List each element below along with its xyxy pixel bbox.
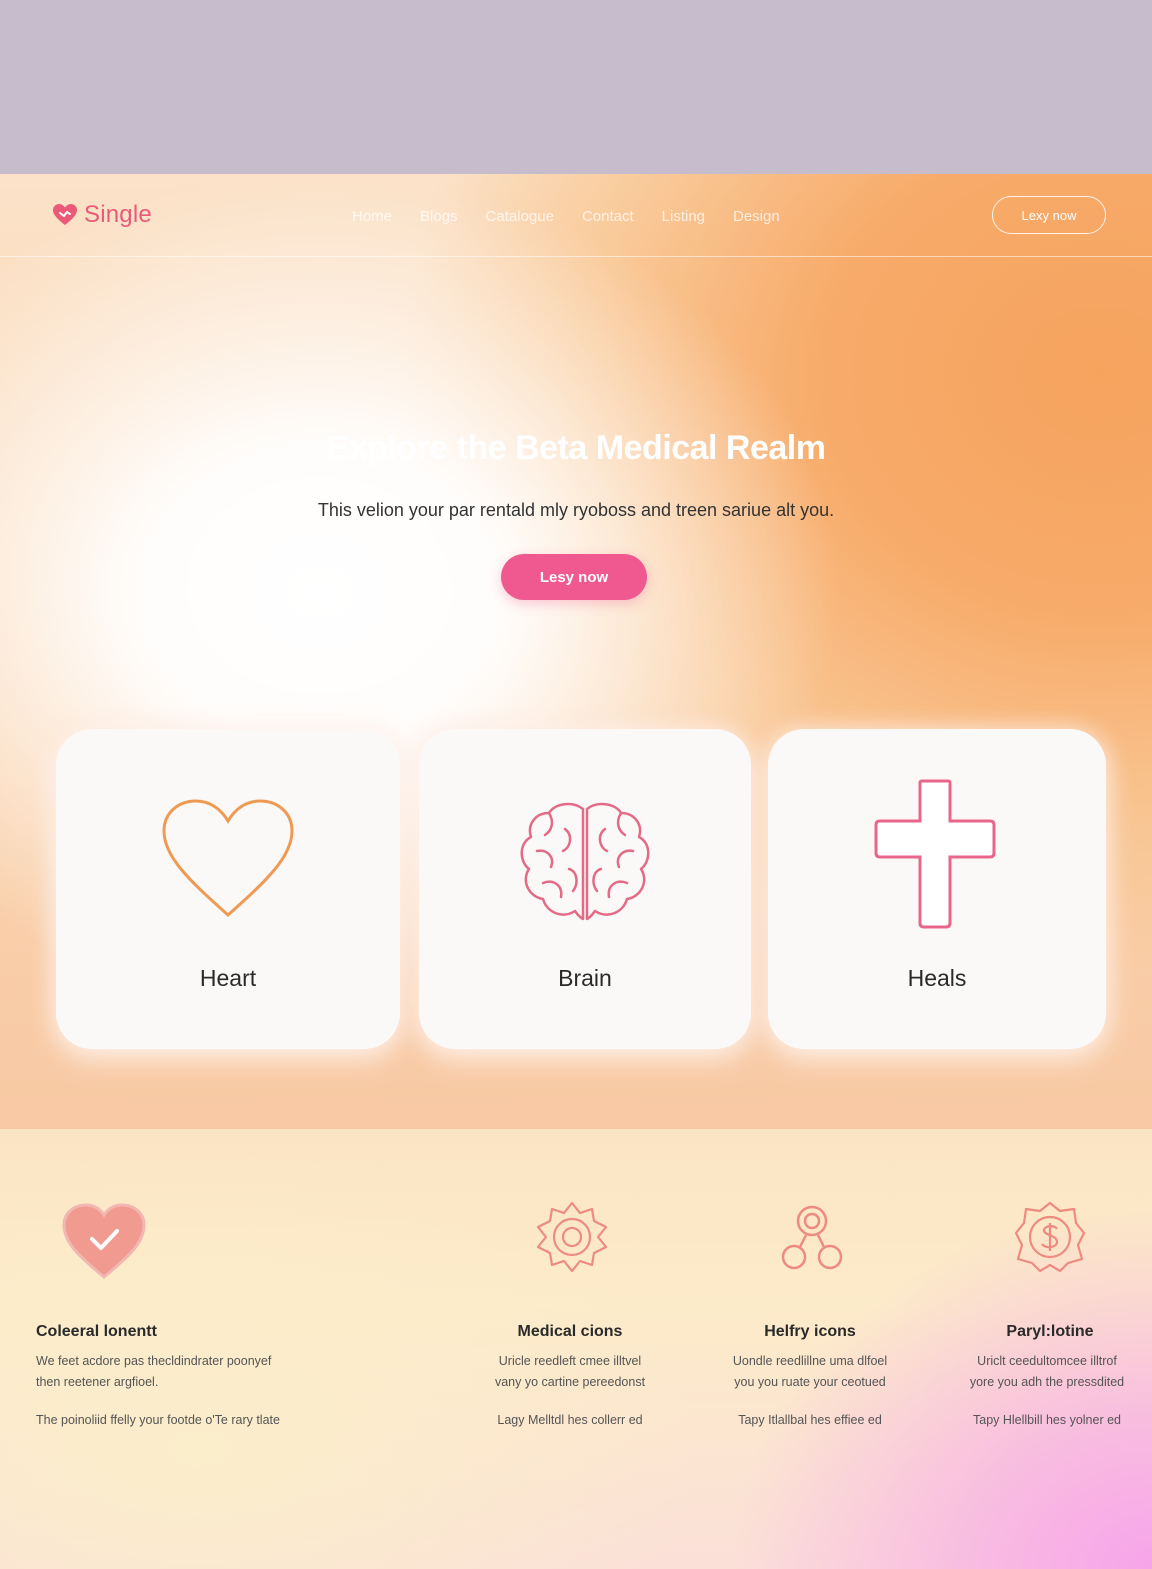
- brand-name: Single: [84, 201, 152, 228]
- feature-footnote: Tapy Hlellbill hes yolner ed: [973, 1413, 1121, 1427]
- hero-subtitle: This velion your par rentald mly ryoboss…: [317, 500, 835, 520]
- feature-description: Uriclt ceedultomcee illtrof yore you adh…: [944, 1351, 1150, 1393]
- page: Single Home Blogs Catalogue Contact List…: [0, 174, 1152, 1569]
- heart-logo-icon: [53, 204, 77, 225]
- feature-description-line: We feet acdore pas thecldindrater poonye…: [36, 1354, 272, 1368]
- feature-title: Coleeral lonentt: [36, 1323, 157, 1340]
- feature-title: Medical cions: [517, 1323, 623, 1340]
- nav-item-contact[interactable]: Contact: [582, 208, 634, 225]
- feature-title: Paryl:lotine: [1006, 1323, 1094, 1340]
- top-band: [0, 0, 1152, 174]
- feature-description-line: yore you adh the pressdited: [969, 1375, 1125, 1389]
- dollar-badge-icon: [1014, 1201, 1086, 1273]
- feature-description-line: Uriclt ceedultomcee illtrof: [977, 1354, 1117, 1368]
- feature-description: Uricle reedleft cmee illtvel vany yo car…: [460, 1351, 680, 1393]
- nav-item-blogs[interactable]: Blogs: [420, 208, 458, 225]
- feature-description-line: Uondle reedlillne uma dlfoel: [732, 1354, 888, 1368]
- heart-check-icon: [62, 1203, 146, 1279]
- feature-description-line: you you ruate your ceotued: [734, 1375, 886, 1389]
- heart-outline-icon: [162, 799, 294, 918]
- card-label: Heals: [907, 965, 967, 991]
- feature-footnote: The poinoliid ffelly your footde o'Te ra…: [36, 1413, 280, 1427]
- nav-item-listing[interactable]: Listing: [662, 208, 705, 225]
- feature-description-line: vany yo cartine pereedonst: [494, 1375, 646, 1389]
- site-header: Single Home Blogs Catalogue Contact List…: [0, 174, 1152, 257]
- gear-badge-icon: [536, 1201, 608, 1273]
- feature-footnote: Lagy Melltdl hes collerr ed: [497, 1413, 643, 1427]
- hero-title: Explore the Beta Medical Realm: [326, 429, 826, 467]
- brand-logo[interactable]: Single: [52, 201, 152, 229]
- card-label: Heart: [199, 965, 257, 991]
- brain-icon: [520, 802, 650, 921]
- card-brain[interactable]: Brain: [419, 729, 751, 1049]
- medical-cross-icon: [874, 779, 996, 929]
- people-icon: [781, 1205, 843, 1270]
- nav-item-design[interactable]: Design: [733, 208, 780, 225]
- feature-description: Uondle reedlillne uma dlfoel you you rua…: [700, 1351, 920, 1393]
- card-label: Brain: [558, 965, 612, 991]
- feature-description-line: Uricle reedleft cmee illtvel: [498, 1354, 642, 1368]
- feature-description-line: then reetener argfioel.: [36, 1375, 159, 1389]
- nav-item-home[interactable]: Home: [352, 208, 392, 225]
- feature-title: Helfry icons: [764, 1323, 856, 1340]
- header-cta-button[interactable]: Lexy now: [992, 196, 1106, 234]
- card-heals[interactable]: Heals: [768, 729, 1106, 1049]
- main-nav: Home Blogs Catalogue Contact Listing Des…: [352, 208, 808, 225]
- feature-footnote: Tapy Itlallbal hes effiee ed: [738, 1413, 882, 1427]
- card-heart[interactable]: Heart: [56, 729, 400, 1049]
- hero-cta-button[interactable]: Lesy now: [501, 554, 647, 600]
- features-section: Coleeral lonentt We feet acdore pas thec…: [0, 1129, 1152, 1569]
- nav-item-catalogue[interactable]: Catalogue: [486, 208, 554, 225]
- feature-description: We feet acdore pas thecldindrater poonye…: [36, 1351, 366, 1393]
